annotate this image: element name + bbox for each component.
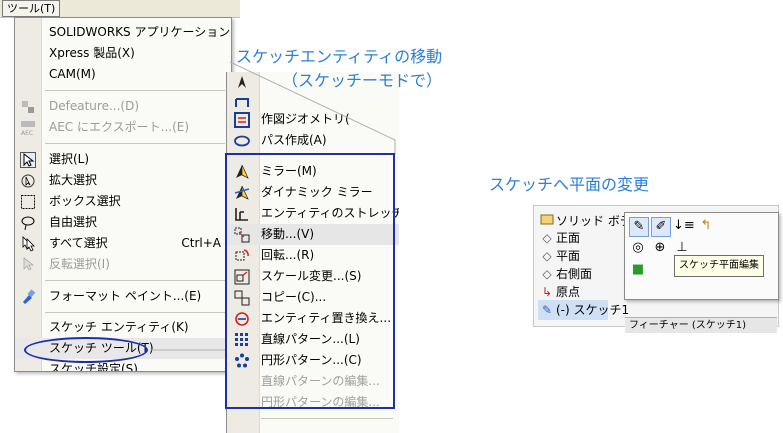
move-callout-title: スケッチエンティティの移動: [236, 47, 443, 66]
origin-icon: ↳: [541, 285, 553, 299]
highlight-ellipse: [24, 337, 148, 363]
plane-change-callout-title: スケッチへ平面の変更: [489, 175, 650, 194]
tree-item-top-plane[interactable]: ◇ 平面: [538, 246, 580, 266]
tree-item-origin[interactable]: ↳ 原点: [538, 282, 580, 302]
tree-item-right-plane[interactable]: ◇ 右側面: [538, 264, 592, 284]
plane-icon: ◇: [542, 249, 552, 263]
show-hide-icon[interactable]: ◎: [629, 239, 647, 257]
move-callout-subtitle: （スケッチーモドで）: [282, 71, 443, 90]
tooltip: スケッチ平面編集: [674, 255, 764, 277]
highlight-box: [225, 153, 395, 409]
sketch-icon: ✎: [541, 303, 553, 317]
edit-sketch-plane-icon[interactable]: ✐: [651, 217, 671, 237]
rollback-icon[interactable]: ↰: [697, 217, 715, 235]
plane-icon: ◇: [542, 267, 552, 281]
feature-manager-status: フィーチャー (スケッチ1): [625, 317, 777, 333]
appearance-icon[interactable]: ■: [629, 261, 647, 279]
plane-icon: ◇: [542, 231, 552, 245]
edit-sketch-icon[interactable]: ✎: [629, 217, 649, 237]
tree-item-sketch1[interactable]: ✎ (-) スケッチ1: [538, 300, 629, 320]
tree-item-front-plane[interactable]: ◇ 正面: [538, 228, 580, 248]
zoom-to-selection-icon[interactable]: ⊕: [651, 239, 669, 257]
sort-icon[interactable]: ↓≡: [673, 217, 695, 235]
